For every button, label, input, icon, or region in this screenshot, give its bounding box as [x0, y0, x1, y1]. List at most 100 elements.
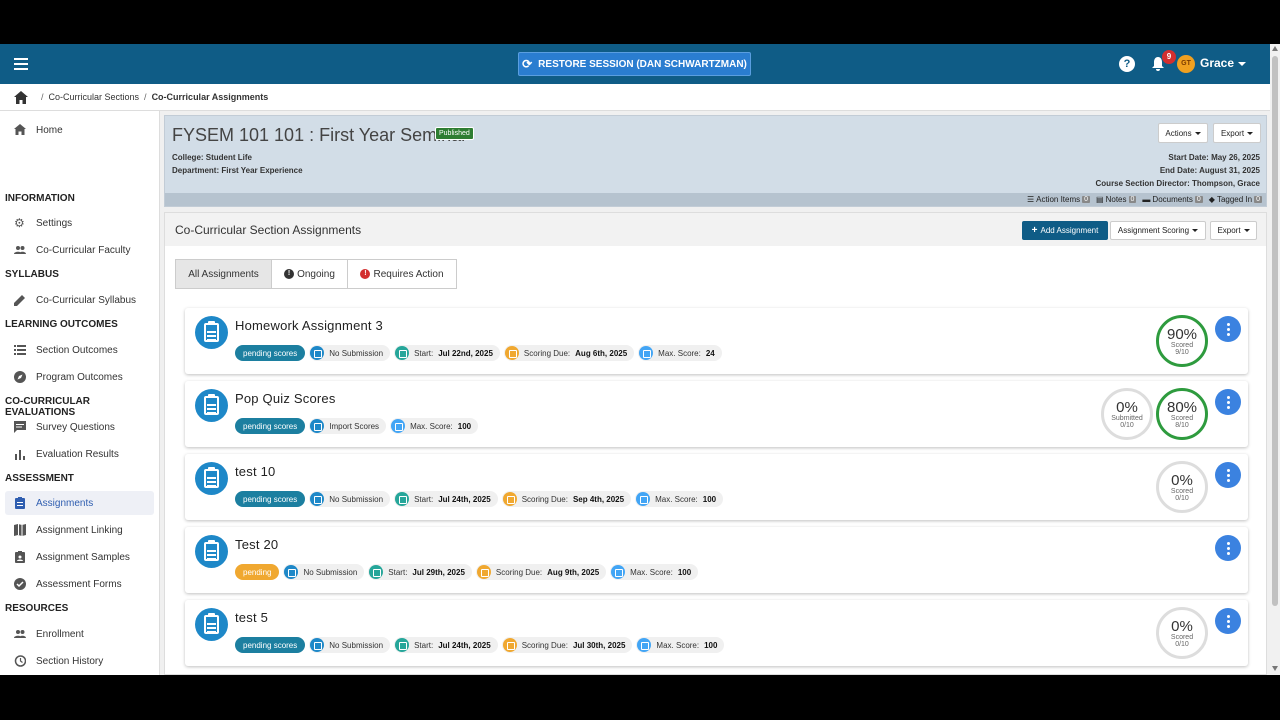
due-label: Scoring Due: — [495, 567, 543, 577]
tab-requires-action[interactable]: ! Requires Action — [347, 259, 457, 289]
alert-icon: ! — [360, 269, 371, 279]
tab-all-assignments[interactable]: All Assignments — [175, 259, 272, 289]
more-options-button[interactable] — [1215, 316, 1241, 342]
scroll-down-arrow[interactable] — [1272, 666, 1278, 671]
max-score-pill: Max. Score: 100 — [610, 564, 699, 580]
assignment-clipboard-icon — [195, 535, 228, 568]
scroll-thumb[interactable] — [1272, 56, 1278, 606]
tab-label: All Assignments — [188, 268, 259, 280]
sidebar-item-syllabus[interactable]: Co-Curricular Syllabus — [5, 288, 154, 312]
sidebar-item-enrollment[interactable]: Enrollment — [5, 622, 154, 646]
start-label: Start: — [414, 640, 434, 650]
section-export-dropdown[interactable]: Export — [1210, 221, 1257, 240]
assignment-title[interactable]: test 5 — [235, 610, 268, 625]
documents-link[interactable]: ▬ Documents 0 — [1142, 195, 1203, 204]
sidebar-item-assignment-linking[interactable]: Assignment Linking — [5, 518, 154, 542]
course-department: Department: First Year Experience — [172, 166, 303, 175]
max-label: Max. Score: — [410, 421, 453, 431]
scroll-up-arrow[interactable] — [1272, 46, 1278, 51]
graduation-cap-icon — [310, 638, 325, 652]
sidebar-item-program-outcomes[interactable]: Program Outcomes — [5, 365, 154, 389]
sidebar-item-assessment-forms[interactable]: Assessment Forms — [5, 572, 154, 596]
tab-label: Ongoing — [297, 268, 335, 280]
app-frame: ⟳ RESTORE SESSION (DAN SCHWARTZMAN) ? 9 … — [0, 44, 1280, 675]
sidebar-item-evaluation-results[interactable]: Evaluation Results — [5, 442, 154, 466]
status-badge: pending scores — [235, 491, 306, 507]
start-date-pill: Start: Jul 24th, 2025 — [394, 637, 498, 653]
info-icon: ! — [284, 269, 295, 279]
submission-type: No Submission — [303, 567, 358, 577]
count-badge: 0 — [1082, 196, 1091, 203]
tagged-in-link[interactable]: ◆ Tagged In 0 — [1209, 195, 1262, 204]
sidebar-item-assignment-samples[interactable]: Assignment Samples — [5, 545, 154, 569]
help-icon[interactable]: ? — [1119, 56, 1135, 72]
menu-icon[interactable] — [14, 58, 28, 70]
assignment-card[interactable]: Test 20 pending No Submission Start: Jul 29t… — [185, 527, 1248, 593]
assignment-scoring-dropdown[interactable]: Assignment Scoring — [1110, 221, 1206, 240]
scoring-due-date: Sep 4th, 2025 — [572, 494, 625, 504]
sidebar-item-assignments[interactable]: Assignments — [5, 491, 154, 515]
strip-label: Documents — [1152, 195, 1193, 204]
course-header: FYSEM 101 101 : First Year Seminar Publi… — [164, 115, 1267, 207]
assignment-title[interactable]: test 10 — [235, 464, 275, 479]
avatar[interactable]: GT — [1177, 55, 1195, 73]
sidebar-item-label: Program Outcomes — [36, 371, 123, 383]
course-director: Course Section Director: Thompson, Grace — [1095, 179, 1260, 188]
assignment-title[interactable]: Homework Assignment 3 — [235, 318, 383, 333]
count-badge: 0 — [1194, 196, 1203, 203]
add-assignment-button[interactable]: + Add Assignment — [1022, 221, 1108, 240]
sidebar-item-faculty[interactable]: Co-Curricular Faculty — [5, 238, 154, 262]
plus-icon: + — [1031, 225, 1038, 236]
export-label: Export — [1220, 128, 1245, 138]
assignment-card[interactable]: Homework Assignment 3 pending scores No Su… — [185, 308, 1248, 374]
assignment-meta: pending scores Import Scores Max. Score: 10… — [235, 418, 479, 434]
sidebar-item-label: Section History — [36, 655, 104, 667]
more-options-button[interactable] — [1215, 535, 1241, 561]
assignment-card[interactable]: test 10 pending scores No Submission Start:… — [185, 454, 1248, 520]
sidebar-item-survey-questions[interactable]: Survey Questions — [5, 415, 154, 439]
assignment-card[interactable]: test 5 pending scores No Submission Start: J… — [185, 600, 1248, 666]
action-items-link[interactable]: ☰ Action Items 0 — [1027, 195, 1091, 204]
scoring-due-pill: Scoring Due: Sep 4th, 2025 — [501, 491, 632, 507]
ring-label: Scored — [1170, 634, 1194, 641]
map-icon — [14, 524, 26, 536]
max-score: 100 — [677, 567, 692, 577]
actions-dropdown[interactable]: Actions — [1158, 123, 1208, 143]
more-options-button[interactable] — [1215, 608, 1241, 634]
assignment-card[interactable]: Pop Quiz Scores pending scores Import Scor… — [185, 381, 1248, 447]
sidebar-heading-assessment: ASSESSMENT — [5, 473, 74, 484]
course-export-dropdown[interactable]: Export — [1213, 123, 1261, 143]
graduation-cap-icon — [310, 492, 325, 506]
scrollbar[interactable] — [1270, 44, 1280, 675]
max-label: Max. Score: — [655, 494, 698, 504]
sidebar: Home INFORMATION ⚙ Settings Co-Curricula… — [0, 111, 160, 675]
gear-icon: ⚙ — [14, 216, 25, 230]
tab-ongoing[interactable]: ! Ongoing — [271, 259, 348, 289]
assignment-clipboard-icon — [195, 389, 228, 422]
ring-label: Scored — [1170, 488, 1194, 495]
max-score: 100 — [457, 421, 472, 431]
assignment-title[interactable]: Test 20 — [235, 537, 278, 552]
export-label: Export — [1217, 226, 1241, 235]
assignment-meta: pending scores No Submission Start: Jul 24t… — [235, 637, 725, 653]
sidebar-item-section-outcomes[interactable]: Section Outcomes — [5, 338, 154, 362]
sidebar-item-label: Assignment Linking — [36, 524, 123, 536]
sidebar-item-home[interactable]: Home — [5, 118, 154, 142]
chevron-down-icon[interactable] — [1238, 62, 1246, 66]
breadcrumb-sections-link[interactable]: Co-Curricular Sections — [49, 92, 140, 102]
home-icon[interactable] — [14, 90, 28, 104]
start-date-pill: Start: Jul 22nd, 2025 — [394, 345, 500, 361]
due-label: Scoring Due: — [521, 494, 568, 504]
notes-link[interactable]: ▤ Notes 0 — [1096, 195, 1137, 204]
scoring-due-date: Aug 6th, 2025 — [575, 348, 628, 358]
sidebar-item-settings[interactable]: ⚙ Settings — [5, 211, 154, 235]
due-label: Scoring Due: — [523, 348, 571, 358]
sidebar-item-section-history[interactable]: Section History — [5, 649, 154, 673]
more-options-button[interactable] — [1215, 462, 1241, 488]
assignment-title[interactable]: Pop Quiz Scores — [235, 391, 336, 406]
restore-session-button[interactable]: ⟳ RESTORE SESSION (DAN SCHWARTZMAN) — [518, 52, 751, 76]
checkbox-icon — [636, 492, 651, 506]
more-options-button[interactable] — [1215, 389, 1241, 415]
submission-pill: No Submission — [309, 637, 391, 653]
user-menu[interactable]: Grace — [1200, 56, 1234, 70]
